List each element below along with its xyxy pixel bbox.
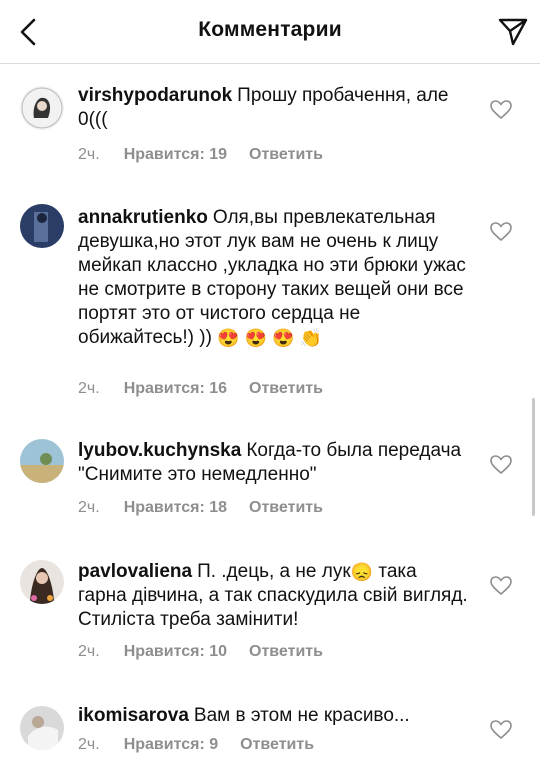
comment-time: 2ч. — [78, 380, 100, 397]
comment-text: lyubov.kuchynska Когда-то была передача "… — [78, 439, 468, 487]
comment-meta: 2ч. Нравится: 18 Ответить — [78, 499, 345, 517]
comment-time: 2ч. — [78, 736, 100, 753]
reply-button[interactable]: Ответить — [249, 499, 323, 516]
heart-icon[interactable] — [490, 576, 512, 596]
comment-text: annakrutienko Оля,вы превлекательная деву… — [78, 206, 468, 350]
likes-count[interactable]: Нравится: 10 — [124, 643, 227, 660]
comment-meta: 2ч. Нравится: 10 Ответить — [78, 643, 345, 661]
comment-message: Вам в этом не красиво... — [193, 705, 410, 726]
direct-send-icon[interactable] — [496, 14, 530, 48]
comment-username[interactable]: lyubov.kuchynska — [78, 440, 241, 461]
avatar[interactable] — [20, 439, 64, 483]
comment-emoji: 😞 — [350, 562, 374, 582]
comment-time: 2ч. — [78, 146, 100, 163]
comment-emoji: 😍 😍 😍 👏 — [217, 328, 322, 348]
page-title: Комментарии — [198, 18, 342, 41]
comment-meta: 2ч. Нравится: 16 Ответить — [78, 380, 345, 398]
reply-button[interactable]: Ответить — [249, 380, 323, 397]
reply-button[interactable]: Ответить — [249, 643, 323, 660]
avatar[interactable] — [20, 560, 64, 604]
comment-text: pavlovaliena П. .дець, а не лук😞 така гар… — [78, 560, 468, 632]
comment-text: virshypodarunok Прошу пробачення, але 0((… — [78, 84, 468, 132]
comment-username[interactable]: pavlovaliena — [78, 561, 192, 582]
reply-button[interactable]: Ответить — [249, 146, 323, 163]
scrollbar[interactable] — [532, 398, 535, 516]
comment-time: 2ч. — [78, 643, 100, 660]
comment-meta: 2ч. Нравится: 9 Ответить — [78, 736, 336, 754]
likes-count[interactable]: Нравится: 9 — [124, 736, 218, 753]
avatar[interactable] — [20, 204, 64, 248]
comment-username[interactable]: annakrutienko — [78, 207, 208, 228]
reply-button[interactable]: Ответить — [240, 736, 314, 753]
heart-icon[interactable] — [490, 222, 512, 242]
top-bar: Комментарии — [0, 0, 540, 64]
comment-username[interactable]: virshypodarunok — [78, 85, 232, 106]
likes-count[interactable]: Нравится: 18 — [124, 499, 227, 516]
likes-count[interactable]: Нравится: 19 — [124, 146, 227, 163]
comment-message: П. .дець, а не лук — [197, 561, 351, 582]
comment-time: 2ч. — [78, 499, 100, 516]
likes-count[interactable]: Нравится: 16 — [124, 380, 227, 397]
heart-icon[interactable] — [490, 455, 512, 475]
comment-text: ikomisarova Вам в этом не красиво... — [78, 704, 468, 728]
heart-icon[interactable] — [490, 720, 512, 740]
comment-meta: 2ч. Нравится: 19 Ответить — [78, 146, 345, 164]
heart-icon[interactable] — [490, 100, 512, 120]
avatar[interactable] — [20, 86, 64, 130]
avatar[interactable] — [20, 706, 64, 750]
comment-username[interactable]: ikomisarova — [78, 705, 189, 726]
